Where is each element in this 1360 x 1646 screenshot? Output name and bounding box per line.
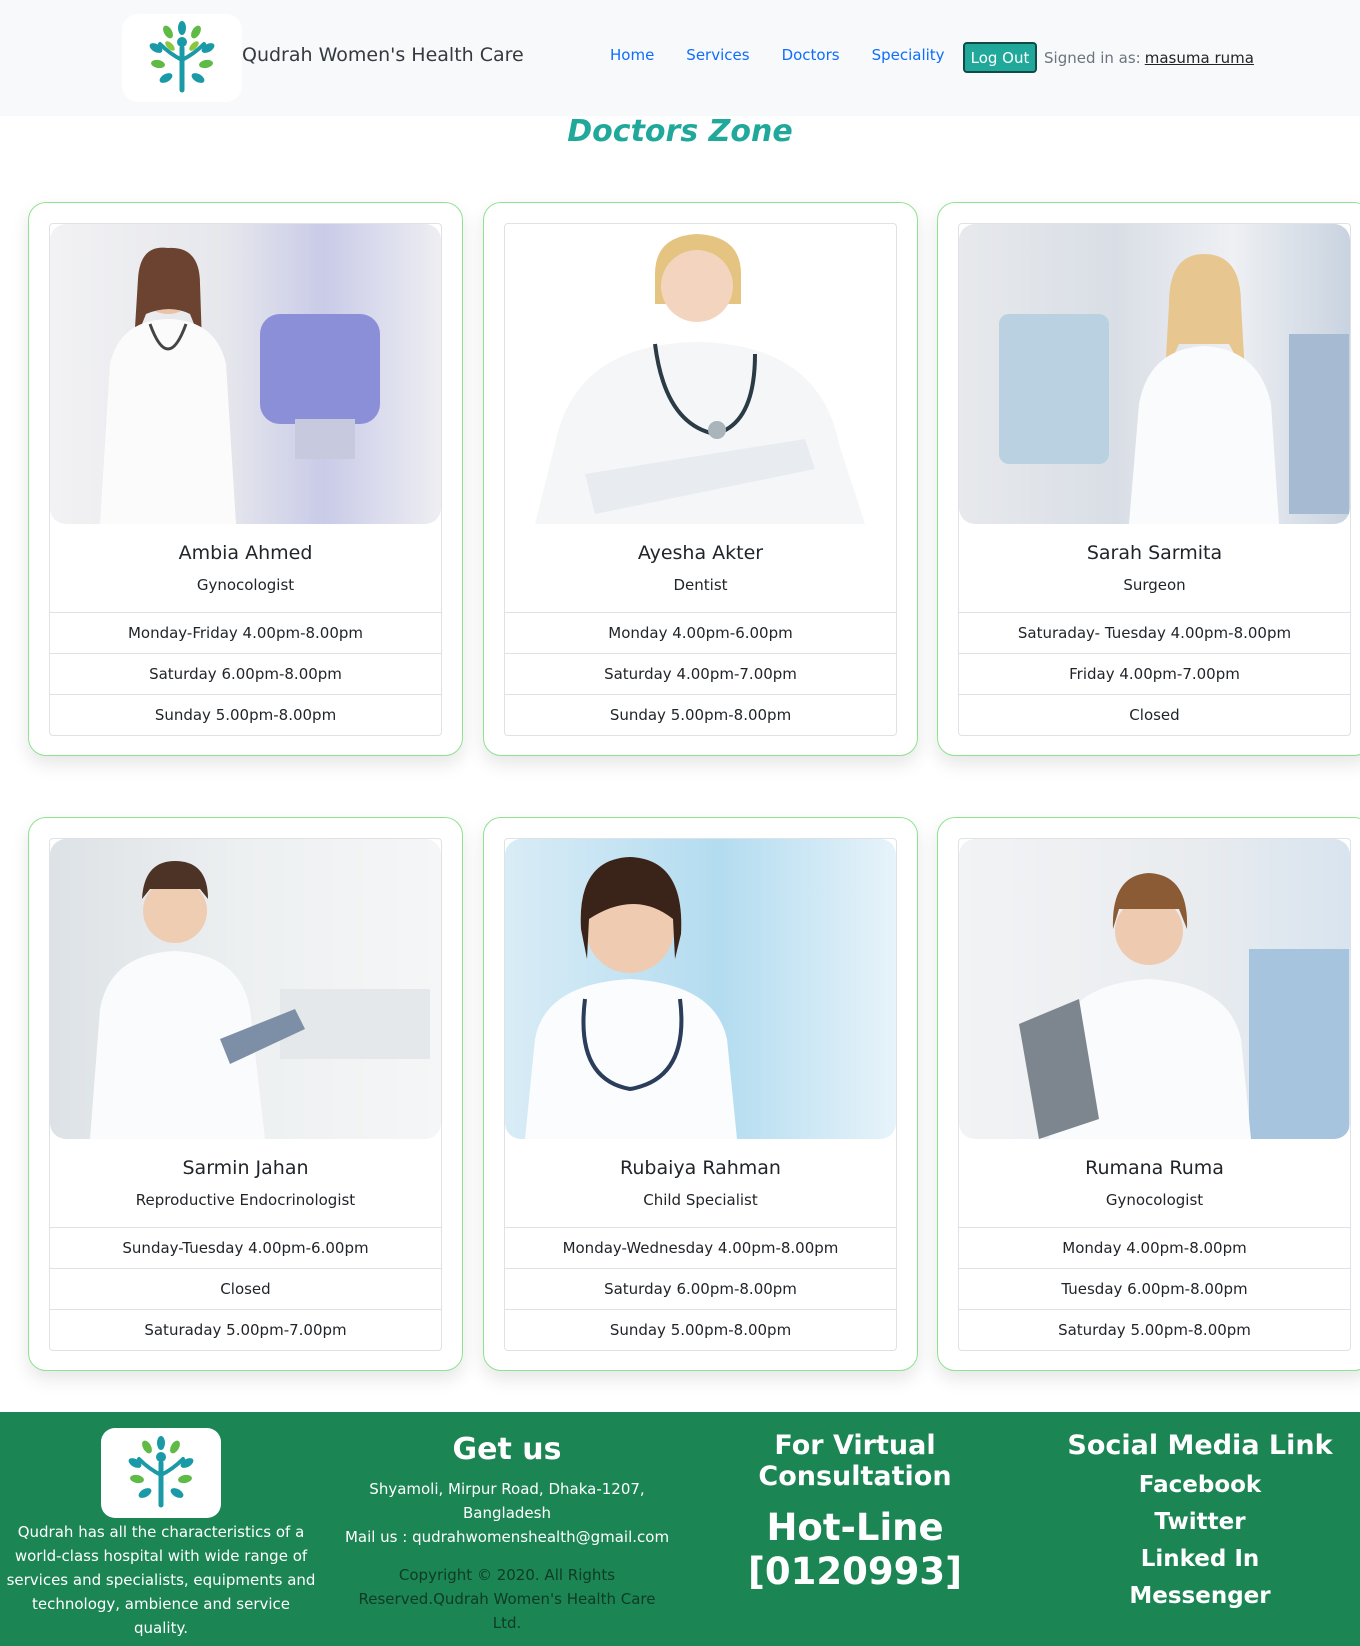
page-title: Doctors Zone — [567, 114, 793, 149]
schedule-row: Friday 4.00pm-7.00pm — [959, 653, 1350, 694]
brand-logo[interactable] — [122, 14, 242, 102]
footer: Qudrah has all the characteristics of a … — [0, 1412, 1360, 1646]
doctor-illustration-icon — [100, 247, 380, 524]
schedule-row: Closed — [959, 694, 1350, 735]
doctor-name: Rubaiya Rahman — [620, 1157, 781, 1179]
doctor-specialty: Surgeon — [1123, 576, 1186, 594]
social-link-messenger[interactable]: Messenger — [1060, 1578, 1340, 1615]
schedule-row: Saturday 6.00pm-8.00pm — [50, 653, 441, 694]
nav-links: Home Services Doctors Speciality — [610, 46, 977, 64]
doctor-card-inner: Sarmin Jahan Reproductive Endocrinologis… — [49, 838, 442, 1351]
doctor-name: Rumana Ruma — [1085, 1157, 1224, 1179]
brand-name[interactable]: Qudrah Women's Health Care — [242, 44, 524, 66]
doctor-photo — [505, 839, 896, 1139]
schedule-row: Tuesday 6.00pm-8.00pm — [959, 1268, 1350, 1309]
nav-link-home[interactable]: Home — [610, 46, 654, 64]
doctor-card-inner: Sarah Sarmita Surgeon Saturaday- Tuesday… — [958, 223, 1351, 736]
nav-link-services[interactable]: Services — [686, 46, 749, 64]
virtual-title: For Virtual Consultation — [758, 1430, 952, 1492]
schedule-row: Saturday 6.00pm-8.00pm — [505, 1268, 896, 1309]
schedule-row: Monday 4.00pm-6.00pm — [505, 612, 896, 653]
tree-person-logo-icon — [149, 21, 215, 93]
hotline-number[interactable]: [0120993] — [690, 1550, 1020, 1594]
doctor-name: Ayesha Akter — [637, 542, 764, 564]
doctor-specialty: Gynocologist — [196, 576, 295, 594]
social-link-facebook[interactable]: Facebook — [1060, 1467, 1340, 1504]
doctor-card: Sarah Sarmita Surgeon Saturaday- Tuesday… — [937, 202, 1360, 756]
footer-get-us: Get us Shyamoli, Mirpur Road, Dhaka-1207… — [342, 1432, 672, 1635]
doctor-illustration-icon — [90, 861, 430, 1139]
doctor-photo — [50, 224, 441, 524]
schedule-row: Monday-Friday 4.00pm-8.00pm — [50, 612, 441, 653]
doctor-illustration-icon — [525, 857, 737, 1139]
footer-mail[interactable]: Mail us : qudrahwomenshealth@gmail.com — [342, 1525, 672, 1549]
doctor-specialty: Dentist — [673, 576, 728, 594]
schedule-row: Sunday 5.00pm-8.00pm — [505, 694, 896, 735]
doctor-card-inner: Rubaiya Rahman Child Specialist Monday-W… — [504, 838, 897, 1351]
signed-in-label: Signed in as: — [1044, 49, 1141, 67]
doctor-card: Sarmin Jahan Reproductive Endocrinologis… — [28, 817, 463, 1371]
doctor-photo — [505, 224, 896, 524]
footer-about: Qudrah has all the characteristics of a … — [6, 1523, 316, 1637]
footer-social: Social Media Link Facebook Twitter Linke… — [1060, 1430, 1340, 1615]
social-link-twitter[interactable]: Twitter — [1060, 1504, 1340, 1541]
doctor-card-inner: Rumana Ruma Gynocologist Monday 4.00pm-8… — [958, 838, 1351, 1351]
schedule-row: Closed — [50, 1268, 441, 1309]
schedule-row: Sunday-Tuesday 4.00pm-6.00pm — [50, 1227, 441, 1268]
navbar: Qudrah Women's Health Care Home Services… — [0, 0, 1360, 116]
schedule-row: Saturaday- Tuesday 4.00pm-8.00pm — [959, 612, 1350, 653]
schedule-row: Sunday 5.00pm-8.00pm — [505, 1309, 896, 1350]
doctor-illustration-icon — [535, 234, 865, 524]
footer-logo — [101, 1428, 221, 1518]
doctor-illustration-icon — [999, 254, 1349, 524]
doctor-photo — [50, 839, 441, 1139]
doctor-photo — [959, 839, 1350, 1139]
doctor-name: Sarmin Jahan — [182, 1157, 309, 1179]
doctor-photo — [959, 224, 1350, 524]
schedule-row: Monday 4.00pm-8.00pm — [959, 1227, 1350, 1268]
social-link-linkedin[interactable]: Linked In — [1060, 1541, 1340, 1578]
nav-link-doctors[interactable]: Doctors — [782, 46, 840, 64]
doctor-card: Rumana Ruma Gynocologist Monday 4.00pm-8… — [937, 817, 1360, 1371]
doctor-card: Ayesha Akter Dentist Monday 4.00pm-6.00p… — [483, 202, 918, 756]
schedule-row: Saturday 4.00pm-7.00pm — [505, 653, 896, 694]
doctor-specialty: Gynocologist — [1105, 1191, 1204, 1209]
schedule-row: Saturaday 5.00pm-7.00pm — [50, 1309, 441, 1350]
doctor-card: Rubaiya Rahman Child Specialist Monday-W… — [483, 817, 918, 1371]
user-name-link[interactable]: masuma ruma — [1145, 49, 1254, 67]
doctor-illustration-icon — [1019, 873, 1349, 1139]
logout-button[interactable]: Log Out — [963, 42, 1037, 73]
doctor-specialty: Reproductive Endocrinologist — [135, 1191, 356, 1209]
footer-virtual-consultation: For Virtual Consultation Hot-Line [01209… — [690, 1430, 1020, 1594]
schedule-row: Monday-Wednesday 4.00pm-8.00pm — [505, 1227, 896, 1268]
tree-person-logo-icon — [128, 1436, 194, 1508]
doctor-card: Ambia Ahmed Gynocologist Monday-Friday 4… — [28, 202, 463, 756]
nav-link-speciality[interactable]: Speciality — [872, 46, 945, 64]
doctor-card-inner: Ambia Ahmed Gynocologist Monday-Friday 4… — [49, 223, 442, 736]
doctor-specialty: Child Specialist — [643, 1191, 758, 1209]
footer-address: Shyamoli, Mirpur Road, Dhaka-1207, Bangl… — [369, 1480, 645, 1522]
doctor-name: Ambia Ahmed — [178, 542, 313, 564]
hotline-label: Hot-Line — [766, 1506, 944, 1549]
schedule-row: Sunday 5.00pm-8.00pm — [50, 694, 441, 735]
social-title: Social Media Link — [1067, 1430, 1333, 1461]
footer-copyright: Copyright © 2020. All Rights Reserved.Qu… — [358, 1566, 656, 1632]
get-us-title: Get us — [452, 1432, 562, 1467]
doctor-card-inner: Ayesha Akter Dentist Monday 4.00pm-6.00p… — [504, 223, 897, 736]
doctor-name: Sarah Sarmita — [1086, 542, 1223, 564]
signed-in-status: Signed in as: masuma ruma — [1044, 49, 1254, 67]
schedule-row: Saturday 5.00pm-8.00pm — [959, 1309, 1350, 1350]
